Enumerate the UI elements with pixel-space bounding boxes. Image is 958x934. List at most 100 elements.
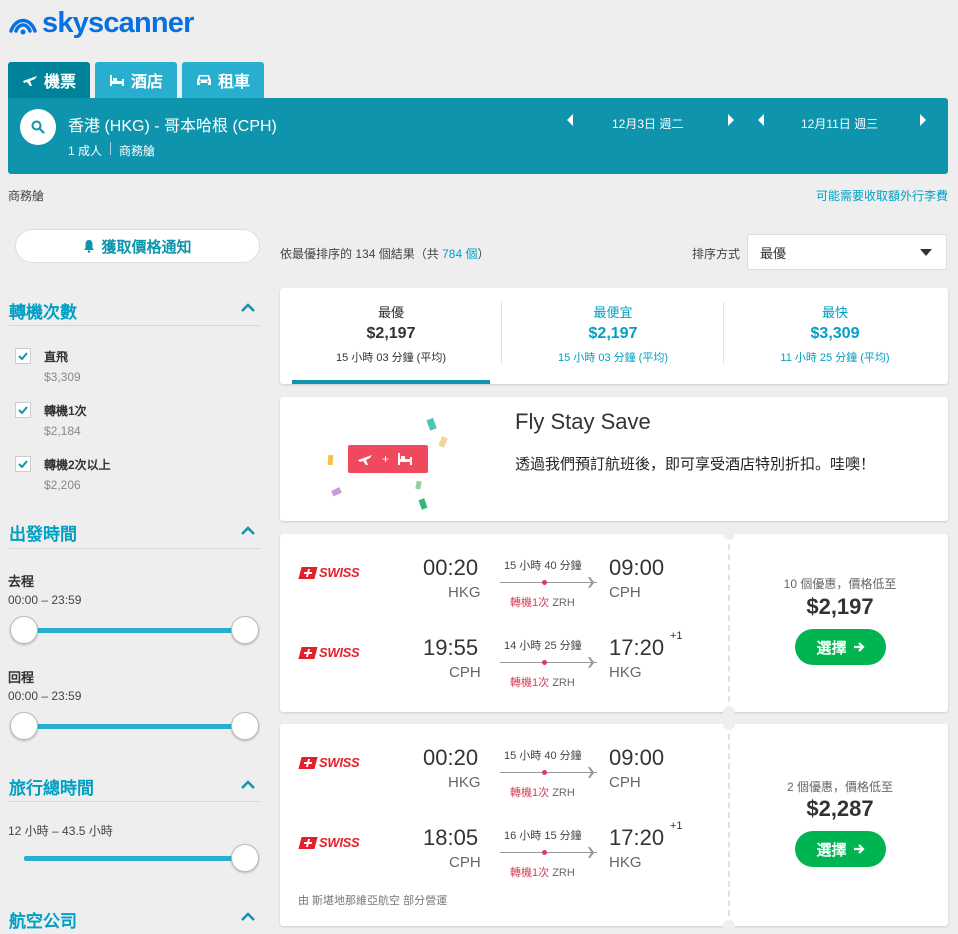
flight-result-card[interactable]: SWISS 00:20 HKG 15 小時 40 分鐘 轉機1次 ZRH 09:… bbox=[280, 528, 948, 718]
airlines-filter-title[interactable]: 航空公司 bbox=[9, 907, 77, 932]
deals-count: 10 個優惠，價格低至 bbox=[783, 577, 897, 591]
outbound-next-date-arrow-icon[interactable] bbox=[726, 113, 736, 127]
flight-plus-hotel-illustration: + bbox=[327, 417, 448, 510]
stops-two-plus-checkbox[interactable] bbox=[15, 456, 31, 472]
swiss-flag-icon bbox=[298, 756, 318, 769]
stops-count: 轉機1次 bbox=[510, 787, 550, 799]
chevron-up-icon[interactable] bbox=[240, 780, 256, 790]
journey-duration-filter-title[interactable]: 旅行總時間 bbox=[9, 774, 94, 799]
return-date[interactable]: 12月11日 週三 bbox=[801, 115, 878, 132]
outbound-prev-date-arrow-icon[interactable] bbox=[565, 113, 575, 127]
outbound-time-slider-min-handle[interactable] bbox=[10, 616, 38, 644]
swiss-flag-icon bbox=[298, 646, 318, 659]
sort-tab-cheapest[interactable]: 最便宜 $2,197 15 小時 03 分鐘 (平均) bbox=[514, 288, 712, 384]
stop-dot bbox=[542, 660, 547, 665]
departure-time-filter-title[interactable]: 出發時間 bbox=[9, 520, 77, 545]
divider bbox=[728, 534, 730, 712]
return-time-slider-track[interactable] bbox=[24, 724, 246, 729]
outbound-time-range: 00:00 – 23:59 bbox=[8, 593, 82, 607]
stop-airport: ZRH bbox=[552, 597, 575, 609]
check-icon bbox=[18, 460, 28, 468]
skyscanner-logo[interactable]: skyscanner bbox=[8, 6, 194, 40]
logo-text: skyscanner bbox=[42, 6, 194, 39]
departure-airport: HKG bbox=[448, 774, 481, 791]
stop-airport: ZRH bbox=[552, 787, 575, 799]
fly-stay-save-promo[interactable]: + Fly Stay Save 透過我們預訂航班後，即可享受酒店特別折扣。哇噢！ bbox=[280, 397, 948, 521]
card-notch bbox=[723, 718, 735, 730]
card-notch bbox=[723, 920, 735, 932]
result-total-link[interactable]: 784 個 bbox=[442, 247, 477, 261]
tab-flights-label: 機票 bbox=[44, 74, 77, 91]
sort-select[interactable]: 最優 bbox=[747, 234, 947, 270]
outbound-date[interactable]: 12月3日 週二 bbox=[612, 115, 683, 132]
bed-icon bbox=[110, 75, 125, 86]
promo-title: Fly Stay Save bbox=[515, 409, 651, 434]
duration-slider-track[interactable] bbox=[24, 856, 246, 861]
departure-airport: HKG bbox=[448, 584, 481, 601]
sort-tab-cheapest-label: 最便宜 bbox=[593, 305, 633, 320]
plane-icon bbox=[586, 767, 597, 778]
search-button[interactable] bbox=[20, 109, 56, 145]
departure-time: 00:20 bbox=[423, 555, 479, 580]
car-icon bbox=[197, 75, 212, 85]
price-alert-button[interactable]: 獲取價格通知 bbox=[15, 229, 260, 263]
airline-name: SWISS bbox=[319, 755, 360, 770]
tab-cars[interactable]: 租車 bbox=[182, 62, 265, 98]
return-time-slider-max-handle[interactable] bbox=[231, 712, 259, 740]
stops-two-plus-label: 轉機2次以上 bbox=[44, 458, 111, 472]
baggage-fees-link[interactable]: 可能需要收取額外行李費 bbox=[816, 187, 948, 204]
sort-tab-fastest-label: 最快 bbox=[821, 305, 848, 320]
stop-airport: ZRH bbox=[552, 677, 575, 689]
swiss-flag-icon bbox=[298, 836, 318, 849]
arrival-airport: CPH bbox=[609, 774, 641, 791]
outbound-time-label: 去程 bbox=[8, 574, 35, 589]
arrival-airport: HKG bbox=[609, 854, 642, 871]
stops-info: 轉機1次 ZRH bbox=[510, 594, 575, 610]
sort-label: 排序方式 bbox=[692, 247, 741, 261]
duration-slider-handle[interactable] bbox=[231, 844, 259, 872]
stops-info: 轉機1次 ZRH bbox=[510, 864, 575, 880]
tab-hotels-label: 酒店 bbox=[131, 74, 164, 91]
select-button[interactable]: 選擇 bbox=[795, 831, 886, 867]
select-button-label: 選擇 bbox=[816, 841, 847, 859]
stops-direct-checkbox[interactable] bbox=[15, 348, 31, 364]
outbound-time-slider-max-handle[interactable] bbox=[231, 616, 259, 644]
stops-one-checkbox[interactable] bbox=[15, 402, 31, 418]
return-time-range: 00:00 – 23:59 bbox=[8, 689, 82, 703]
result-count-prefix: 依最優排序的 bbox=[280, 247, 353, 261]
select-button[interactable]: 選擇 bbox=[795, 629, 886, 665]
cabin-label: 商務艙 bbox=[8, 189, 45, 203]
sort-tab-best[interactable]: 最優 $2,197 15 小時 03 分鐘 (平均) bbox=[292, 288, 490, 384]
return-prev-date-arrow-icon[interactable] bbox=[756, 113, 766, 127]
result-count-suffix: ） bbox=[477, 247, 490, 261]
airline-name: SWISS bbox=[319, 645, 360, 660]
divider bbox=[728, 724, 730, 926]
route-text[interactable]: 香港 (HKG) - 哥本哈根 (CPH) bbox=[68, 112, 277, 136]
stops-direct-label: 直飛 bbox=[44, 350, 69, 364]
arrival-time: 17:20 bbox=[609, 635, 665, 660]
divider bbox=[501, 302, 502, 364]
sort-select-value: 最優 bbox=[760, 245, 787, 261]
price: $2,197 bbox=[806, 594, 874, 619]
flight-result-card[interactable]: SWISS 00:20 HKG 15 小時 40 分鐘 轉機1次 ZRH 09:… bbox=[280, 718, 948, 932]
sort-tab-fastest[interactable]: 最快 $3,309 11 小時 25 分鐘 (平均) bbox=[736, 288, 934, 384]
result-count-mid: 個結果（共 bbox=[378, 247, 439, 261]
airline-name: SWISS bbox=[319, 835, 360, 850]
chevron-up-icon[interactable] bbox=[240, 912, 256, 922]
chevron-up-icon[interactable] bbox=[240, 303, 256, 313]
stops-filter-title[interactable]: 轉機次數 bbox=[9, 298, 77, 323]
return-time-slider-min-handle[interactable] bbox=[10, 712, 38, 740]
airline-logo: SWISS bbox=[298, 755, 360, 770]
return-next-date-arrow-icon[interactable] bbox=[918, 113, 928, 127]
select-button-label: 選擇 bbox=[816, 639, 847, 657]
sort-tab-fastest-duration: 11 小時 25 分鐘 (平均) bbox=[780, 352, 890, 364]
tab-flights[interactable]: 機票 bbox=[8, 62, 91, 98]
chevron-up-icon[interactable] bbox=[240, 526, 256, 536]
passenger-summary[interactable]: 1 成人 商務艙 bbox=[68, 142, 155, 159]
caret-down-icon bbox=[920, 248, 932, 256]
bell-icon bbox=[84, 240, 95, 253]
leg-duration: 16 小時 15 分鐘 bbox=[504, 830, 582, 842]
outbound-time-slider-track[interactable] bbox=[24, 628, 246, 633]
tab-hotels[interactable]: 酒店 bbox=[95, 62, 178, 98]
passenger-count: 1 成人 bbox=[68, 144, 103, 158]
